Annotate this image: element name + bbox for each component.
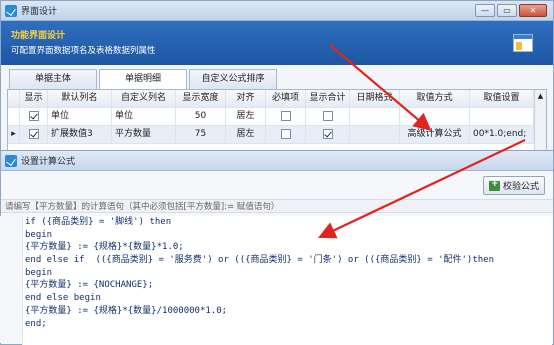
window-title: 界面设计 bbox=[21, 7, 58, 17]
banner-subtitle: 可配置界面数据项名及表格数据列属性 bbox=[11, 46, 156, 56]
align-cell[interactable]: 居左 bbox=[226, 126, 266, 143]
required-checkbox[interactable] bbox=[266, 126, 306, 143]
tab-custom-formula-order[interactable]: 自定义公式排序 bbox=[189, 69, 277, 89]
value-mode-cell[interactable] bbox=[400, 108, 470, 125]
tab-document-header[interactable]: 单据主体 bbox=[9, 69, 97, 89]
form-design-icon bbox=[513, 34, 533, 52]
tab-bar: 单据主体 单据明细 自定义公式排序 bbox=[9, 69, 277, 90]
main-title-bar: 界面设计 — ▭ ✕ bbox=[1, 1, 553, 21]
date-format-cell[interactable] bbox=[350, 126, 400, 143]
banner-title: 功能界面设计 bbox=[11, 31, 66, 41]
show-total-checkbox[interactable] bbox=[306, 108, 350, 125]
show-checkbox[interactable] bbox=[20, 126, 48, 143]
custom-name-cell[interactable]: 平方数量 bbox=[112, 126, 176, 143]
width-cell[interactable]: 50 bbox=[176, 108, 226, 125]
table-row[interactable]: 单位 单位 50 居左 bbox=[8, 108, 546, 126]
code-line: {平方数量} := {NOCHANGE}; bbox=[25, 280, 154, 291]
close-button[interactable]: ✕ bbox=[519, 4, 547, 17]
verify-formula-label: 校验公式 bbox=[502, 182, 539, 192]
date-format-cell[interactable] bbox=[350, 108, 400, 125]
table-row[interactable]: ▸ 扩展数值3 平方数量 75 居左 高级计算公式 00*1.0;end; bbox=[8, 126, 546, 144]
row-marker: ▸ bbox=[8, 126, 20, 143]
col-header-date-format[interactable]: 日期格式 bbox=[350, 90, 400, 107]
col-header-show-total[interactable]: 显示合计 bbox=[306, 90, 350, 107]
required-checkbox[interactable] bbox=[266, 108, 306, 125]
value-setting-cell[interactable]: 00*1.0;end; bbox=[470, 126, 534, 143]
dialog-toolbar: 校验公式 bbox=[1, 171, 553, 199]
scroll-up-arrow-icon[interactable]: ▲ bbox=[535, 90, 546, 102]
align-cell[interactable]: 居左 bbox=[226, 108, 266, 125]
editor-gutter bbox=[0, 216, 22, 343]
row-marker-header bbox=[8, 90, 20, 107]
code-line: {平方数量} := {规格}*{数量}*1.0; bbox=[25, 242, 184, 253]
code-line: if ({商品类别} = '脚线') then bbox=[25, 217, 172, 227]
dialog-title: 设置计算公式 bbox=[21, 157, 76, 167]
show-checkbox[interactable] bbox=[20, 108, 48, 125]
default-name-cell: 扩展数值3 bbox=[48, 126, 112, 143]
code-line: begin bbox=[25, 229, 53, 240]
row-marker bbox=[8, 108, 20, 125]
col-header-show[interactable]: 显示 bbox=[20, 90, 48, 107]
verify-icon bbox=[488, 179, 500, 191]
code-line: end else if (({商品类别} = '服务费') or (({商品类别… bbox=[25, 255, 495, 266]
value-mode-cell[interactable]: 高级计算公式 bbox=[400, 126, 470, 143]
col-header-custom-name[interactable]: 自定义列名 bbox=[112, 90, 176, 107]
maximize-button[interactable]: ▭ bbox=[497, 4, 517, 17]
dialog-title-bar: 设置计算公式 bbox=[1, 151, 553, 171]
column-settings-grid: 显示 默认列名 自定义列名 显示宽度 对齐 必填项 显示合计 日期格式 取值方式… bbox=[7, 89, 547, 151]
col-header-value-setting[interactable]: 取值设置 bbox=[470, 90, 534, 107]
minimize-button[interactable]: — bbox=[475, 4, 495, 17]
code-line: end; bbox=[25, 318, 47, 329]
window-controls: — ▭ ✕ bbox=[475, 4, 547, 17]
grid-scrollbar[interactable]: ▲ bbox=[534, 90, 546, 150]
custom-name-cell[interactable]: 单位 bbox=[112, 108, 176, 125]
code-line: {平方数量} := {规格}*{数量}/1000000*1.0; bbox=[25, 305, 228, 316]
col-header-value-mode[interactable]: 取值方式 bbox=[400, 90, 470, 107]
dialog-app-icon bbox=[5, 154, 17, 167]
app-icon bbox=[5, 4, 17, 17]
col-header-width[interactable]: 显示宽度 bbox=[176, 90, 226, 107]
col-header-align[interactable]: 对齐 bbox=[226, 90, 266, 107]
value-setting-cell[interactable] bbox=[470, 108, 534, 125]
formula-hint: 请编写【平方数量】的计算语句（其中必须包括[平方数量]:= 赋值语句） bbox=[1, 199, 553, 213]
header-banner: 功能界面设计 可配置界面数据项名及表格数据列属性 bbox=[1, 21, 553, 65]
show-total-checkbox[interactable] bbox=[306, 126, 350, 143]
width-cell[interactable]: 75 bbox=[176, 126, 226, 143]
col-header-default-name[interactable]: 默认列名 bbox=[48, 90, 112, 107]
tab-document-details[interactable]: 单据明细 bbox=[99, 69, 187, 90]
code-line: end else begin bbox=[25, 293, 101, 304]
col-header-required[interactable]: 必填项 bbox=[266, 90, 306, 107]
code-line: begin bbox=[25, 267, 53, 278]
verify-formula-button[interactable]: 校验公式 bbox=[482, 176, 545, 195]
formula-editor[interactable]: if ({商品类别} = '脚线') then begin {平方数量} := … bbox=[22, 216, 552, 345]
default-name-cell: 单位 bbox=[48, 108, 112, 125]
grid-header-row: 显示 默认列名 自定义列名 显示宽度 对齐 必填项 显示合计 日期格式 取值方式… bbox=[8, 90, 546, 108]
